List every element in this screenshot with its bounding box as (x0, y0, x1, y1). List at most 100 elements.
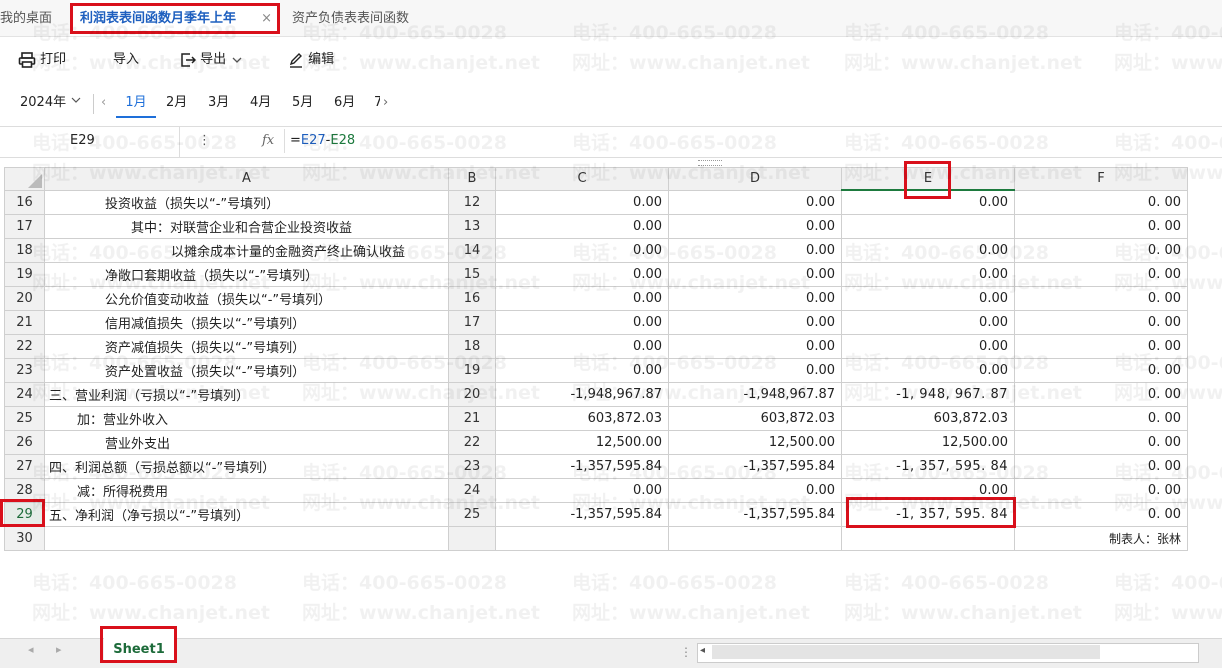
tab-my-desktop[interactable]: 我的桌面 (0, 0, 62, 36)
month-tab-4[interactable]: 4月 (250, 90, 271, 116)
row-header[interactable]: 20 (4, 286, 45, 311)
cell-line-number[interactable]: 14 (448, 238, 496, 263)
cell-value-c[interactable]: 0.00 (495, 358, 669, 383)
cell-value-e[interactable]: 0.00 (841, 262, 1015, 287)
cell-item-name[interactable]: 公允价值变动收益（损失以“-”号填列） (44, 286, 449, 311)
cell-value-e[interactable]: 12,500.00 (841, 430, 1015, 455)
horizontal-scrollbar[interactable]: ◂ (697, 643, 1199, 663)
close-icon[interactable]: × (261, 0, 272, 38)
cell-line-number[interactable]: 23 (448, 454, 496, 479)
cell-line-number[interactable]: 13 (448, 214, 496, 239)
cell-item-name[interactable]: 营业外支出 (44, 430, 449, 455)
scroll-right-icon[interactable]: ▸ (56, 643, 62, 656)
cell-value-d[interactable]: 0.00 (668, 334, 842, 359)
cell-line-number[interactable]: 21 (448, 406, 496, 431)
cell-line-number[interactable] (448, 526, 496, 551)
cell-value-c[interactable]: 0.00 (495, 334, 669, 359)
cell-value-c[interactable]: -1,357,595.84 (495, 454, 669, 479)
resize-handle[interactable] (698, 160, 722, 166)
cell-value-c[interactable]: 0.00 (495, 286, 669, 311)
month-tab-6[interactable]: 6月 (334, 90, 355, 116)
cell-value-c[interactable]: 0.00 (495, 238, 669, 263)
column-header-a[interactable]: A (44, 167, 449, 191)
month-tab-2[interactable]: 2月 (166, 90, 187, 116)
cell-value-d[interactable]: 0.00 (668, 310, 842, 335)
cell-value-d[interactable]: 0.00 (668, 238, 842, 263)
cell-value-f[interactable]: 0. 00 (1014, 430, 1188, 455)
import-button[interactable]: 导入 (113, 48, 139, 72)
cell-value-d[interactable]: 0.00 (668, 189, 842, 215)
year-select[interactable]: 2024年 (20, 90, 82, 116)
cell-line-number[interactable]: 17 (448, 310, 496, 335)
cell-value-d[interactable] (668, 526, 842, 551)
cell-value-f[interactable]: 0. 00 (1014, 478, 1188, 503)
cell-item-name[interactable]: 资产处置收益（损失以“-”号填列） (44, 358, 449, 383)
cell-value-e[interactable]: 0.00 (841, 358, 1015, 383)
cell-line-number[interactable]: 16 (448, 286, 496, 311)
splitter-icon[interactable]: ⋮ (680, 645, 692, 659)
cell-line-number[interactable]: 20 (448, 382, 496, 407)
export-button[interactable]: 导出 (180, 48, 244, 72)
cell-value-e[interactable]: 0.00 (841, 189, 1015, 215)
row-header[interactable]: 23 (4, 358, 45, 383)
cell-item-name[interactable]: 其中：对联营企业和合营企业投资收益 (44, 214, 449, 239)
cell-value-e[interactable]: 0.00 (841, 334, 1015, 359)
cell-value-d[interactable]: 0.00 (668, 478, 842, 503)
column-header-c[interactable]: C (495, 167, 669, 191)
cell-value-f[interactable]: 0. 00 (1014, 262, 1188, 287)
sheet-tab-sheet1[interactable]: Sheet1 (104, 631, 174, 663)
row-header[interactable]: 22 (4, 334, 45, 359)
cell-value-e[interactable]: 603,872.03 (841, 406, 1015, 431)
prev-month-button[interactable]: ‹ (101, 90, 106, 116)
row-header[interactable]: 25 (4, 406, 45, 431)
cell-value-c[interactable]: -1,948,967.87 (495, 382, 669, 407)
cell-value-c[interactable]: 0.00 (495, 214, 669, 239)
cell-item-name[interactable]: 资产减值损失（损失以“-”号填列） (44, 334, 449, 359)
cell-value-d[interactable]: -1,357,595.84 (668, 454, 842, 479)
cell-value-f[interactable]: 0. 00 (1014, 454, 1188, 479)
cell-line-number[interactable]: 18 (448, 334, 496, 359)
cell-item-name[interactable] (44, 526, 449, 551)
cell-value-c[interactable]: 12,500.00 (495, 430, 669, 455)
row-header[interactable]: 26 (4, 430, 45, 455)
more-icon[interactable]: ⋮ (198, 127, 211, 155)
cell-item-name[interactable]: 五、净利润（净亏损以“-”号填列） (44, 502, 449, 527)
row-header[interactable]: 24 (4, 382, 45, 407)
month-tab-1[interactable]: 1月 (116, 90, 156, 118)
cell-item-name[interactable]: 以摊余成本计量的金融资产终止确认收益 (44, 238, 449, 263)
row-header[interactable]: 27 (4, 454, 45, 479)
cell-value-e[interactable]: 0.00 (841, 478, 1015, 503)
cell-line-number[interactable]: 25 (448, 502, 496, 527)
cell-value-f[interactable]: 制表人：张林 (1014, 526, 1188, 551)
cell-value-f[interactable]: 0. 00 (1014, 406, 1188, 431)
cell-value-f[interactable]: 0. 00 (1014, 358, 1188, 383)
next-month-button[interactable]: › (383, 90, 388, 116)
cell-item-name[interactable]: 减：所得税费用 (44, 478, 449, 503)
cell-value-d[interactable]: 12,500.00 (668, 430, 842, 455)
formula-input[interactable]: =E27-E28 (284, 129, 1222, 153)
cell-value-e[interactable] (841, 526, 1015, 551)
cell-line-number[interactable]: 12 (448, 189, 496, 215)
tab-balance-sheet[interactable]: 资产负债表表间函数 (292, 0, 432, 36)
row-header[interactable]: 16 (4, 189, 45, 215)
cell-value-d[interactable]: -1,948,967.87 (668, 382, 842, 407)
cell-value-e[interactable]: 0.00 (841, 310, 1015, 335)
cell-value-c[interactable]: 0.00 (495, 478, 669, 503)
cell-value-e[interactable]: 0.00 (841, 286, 1015, 311)
column-header-e[interactable]: E (841, 167, 1015, 191)
cell-value-f[interactable]: 0. 00 (1014, 238, 1188, 263)
column-header-b[interactable]: B (448, 167, 496, 191)
cell-value-f[interactable]: 0. 00 (1014, 382, 1188, 407)
row-header[interactable]: 29 (4, 502, 45, 527)
cell-value-c[interactable]: 0.00 (495, 189, 669, 215)
cell-value-d[interactable]: 0.00 (668, 214, 842, 239)
edit-button[interactable]: 编辑 (288, 48, 334, 72)
cell-value-d[interactable]: -1,357,595.84 (668, 502, 842, 527)
row-header[interactable]: 21 (4, 310, 45, 335)
column-header-f[interactable]: F (1014, 167, 1188, 191)
cell-value-e[interactable] (841, 214, 1015, 239)
cell-value-d[interactable]: 0.00 (668, 262, 842, 287)
cell-item-name[interactable]: 四、利润总额（亏损总额以“-”号填列） (44, 454, 449, 479)
row-header[interactable]: 19 (4, 262, 45, 287)
select-all-corner[interactable] (4, 167, 45, 191)
